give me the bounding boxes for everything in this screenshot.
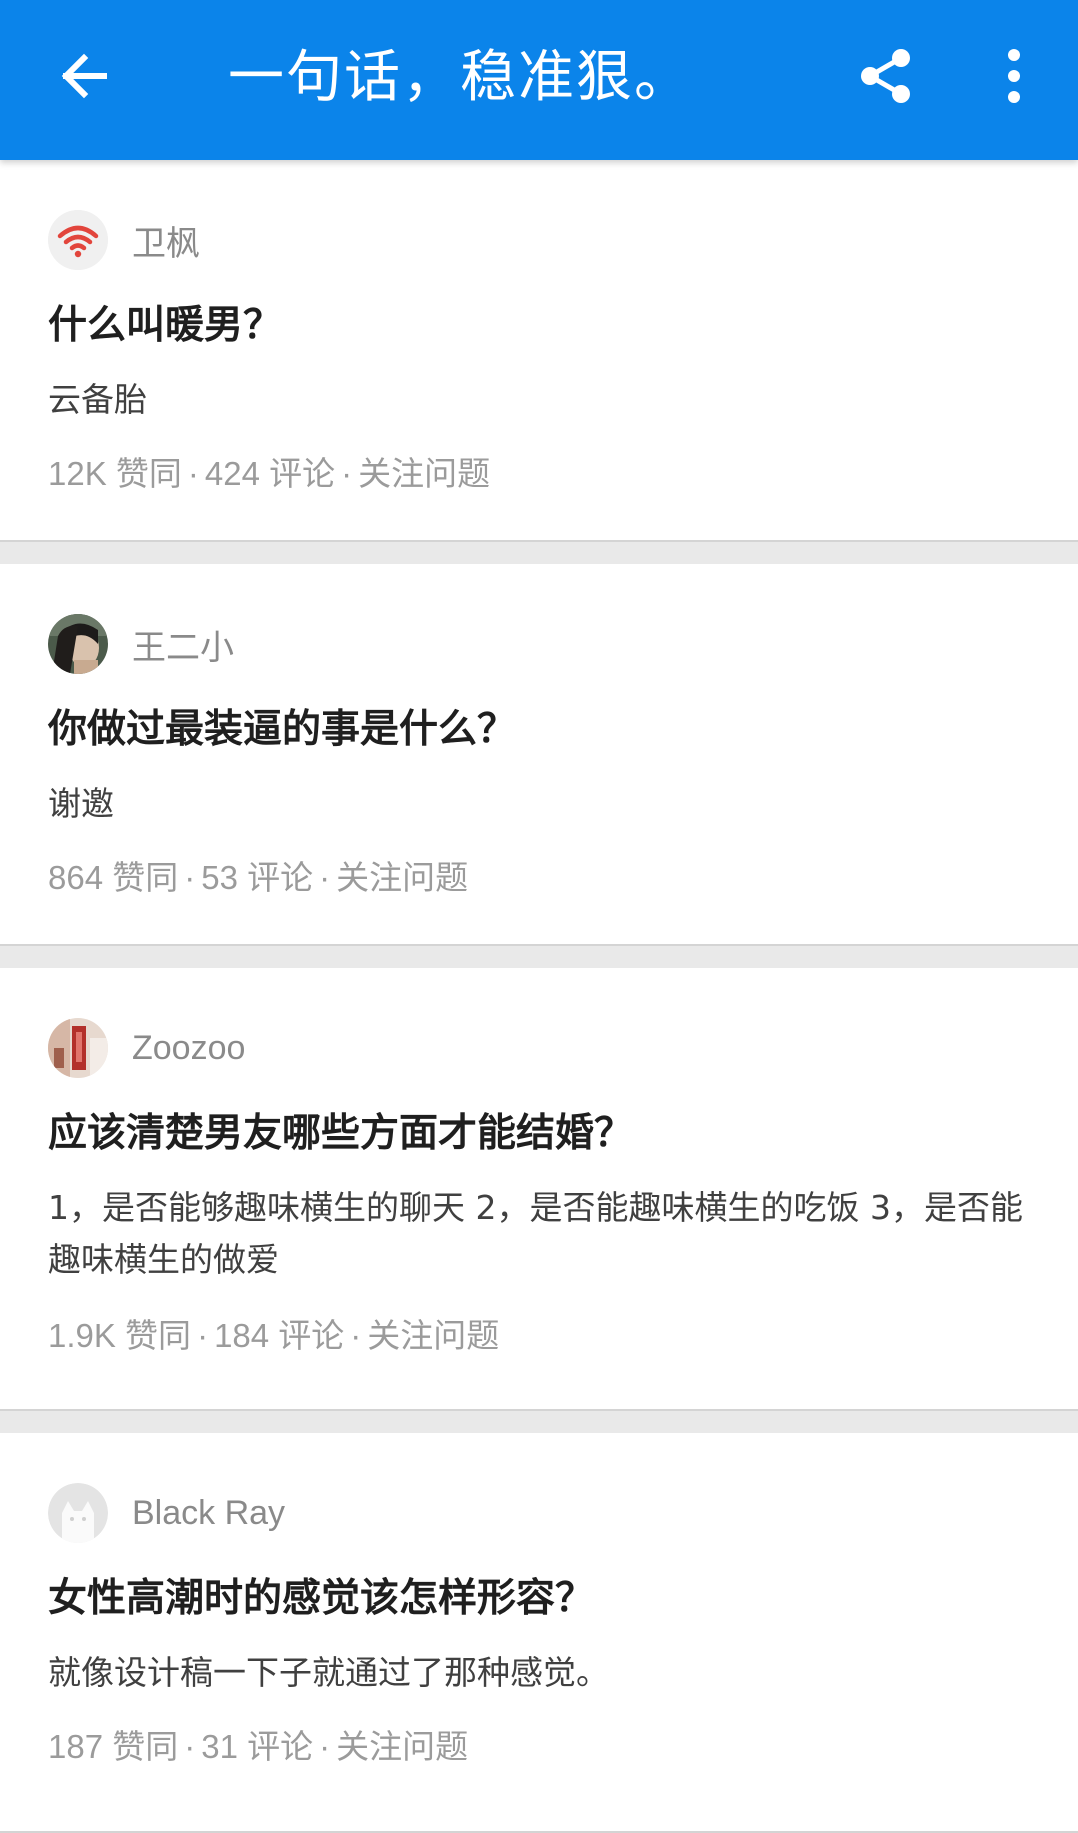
comment-count[interactable]: 31 评论	[201, 1728, 313, 1765]
follow-question-link[interactable]: 关注问题	[358, 455, 490, 492]
back-button[interactable]	[44, 36, 124, 116]
author-row: 卫枫	[48, 210, 200, 270]
question-title[interactable]: 你做过最装逼的事是什么？	[48, 702, 516, 758]
answer-card[interactable]: Black Ray 女性高潮时的感觉该怎样形容？ 就像设计稿一下子就通过了那种感…	[0, 1433, 1078, 1833]
author-name[interactable]: 王二小	[132, 620, 234, 669]
arrow-left-icon	[61, 53, 107, 99]
share-icon	[861, 49, 910, 103]
portrait-photo-icon	[48, 614, 108, 674]
separator: ·	[184, 1728, 196, 1765]
vote-count: 187 赞同	[48, 1728, 179, 1765]
wifi-logo-icon	[48, 210, 108, 270]
answer-excerpt[interactable]: 云备胎	[48, 374, 1038, 426]
avatar[interactable]	[48, 210, 108, 270]
avatar[interactable]	[48, 1483, 108, 1543]
more-vertical-icon	[1008, 49, 1020, 103]
follow-question-link[interactable]: 关注问题	[336, 1728, 468, 1765]
comment-count[interactable]: 53 评论	[201, 859, 313, 896]
author-name[interactable]: Black Ray	[132, 1494, 285, 1533]
answer-card[interactable]: 王二小 你做过最装逼的事是什么？ 谢邀 864 赞同 · 53 评论 · 关注问题	[0, 564, 1078, 946]
share-button[interactable]	[846, 36, 926, 116]
more-options-button[interactable]	[974, 36, 1054, 116]
answer-excerpt[interactable]: 谢邀	[48, 778, 1038, 830]
avatar[interactable]	[48, 614, 108, 674]
separator: ·	[187, 455, 199, 492]
separator: ·	[319, 1728, 331, 1765]
separator: ·	[319, 859, 331, 896]
vote-count: 864 赞同	[48, 859, 179, 896]
answer-meta: 187 赞同 · 31 评论 · 关注问题	[48, 1723, 468, 1771]
question-title[interactable]: 应该清楚男友哪些方面才能结婚？	[48, 1106, 633, 1162]
question-title[interactable]: 什么叫暖男？	[48, 298, 282, 354]
answer-meta: 864 赞同 · 53 评论 · 关注问题	[48, 854, 468, 902]
answer-card[interactable]: Zoozoo 应该清楚男友哪些方面才能结婚？ 1，是否能够趣味横生的聊天 2，是…	[0, 968, 1078, 1411]
answer-excerpt[interactable]: 就像设计稿一下子就通过了那种感觉。	[48, 1647, 1038, 1699]
question-title[interactable]: 女性高潮时的感觉该怎样形容？	[48, 1571, 594, 1627]
author-name[interactable]: Zoozoo	[132, 1029, 245, 1068]
room-photo-icon	[48, 1018, 108, 1078]
comment-count[interactable]: 184 评论	[214, 1317, 344, 1354]
separator: ·	[350, 1317, 362, 1354]
separator: ·	[197, 1317, 209, 1354]
answer-meta: 12K 赞同 · 424 评论 · 关注问题	[48, 450, 490, 498]
answer-card[interactable]: 卫枫 什么叫暖男？ 云备胎 12K 赞同 · 424 评论 · 关注问题	[0, 160, 1078, 542]
default-cat-avatar-icon	[48, 1483, 108, 1543]
separator: ·	[341, 455, 353, 492]
avatar[interactable]	[48, 1018, 108, 1078]
author-row: Zoozoo	[48, 1018, 245, 1078]
author-name[interactable]: 卫枫	[132, 216, 200, 265]
page-title: 一句话，稳准狠。	[228, 45, 692, 110]
follow-question-link[interactable]: 关注问题	[336, 859, 468, 896]
vote-count: 1.9K 赞同	[48, 1317, 192, 1354]
answer-excerpt[interactable]: 1，是否能够趣味横生的聊天 2，是否能趣味横生的吃饭 3，是否能趣味横生的做爱	[48, 1182, 1038, 1286]
answer-meta: 1.9K 赞同 · 184 评论 · 关注问题	[48, 1312, 499, 1360]
comment-count[interactable]: 424 评论	[205, 455, 335, 492]
app-bar: 一句话，稳准狠。	[0, 0, 1078, 160]
separator: ·	[184, 859, 196, 896]
follow-question-link[interactable]: 关注问题	[367, 1317, 499, 1354]
author-row: 王二小	[48, 614, 234, 674]
vote-count: 12K 赞同	[48, 455, 182, 492]
author-row: Black Ray	[48, 1483, 285, 1543]
answer-feed: 卫枫 什么叫暖男？ 云备胎 12K 赞同 · 424 评论 · 关注问题 王二小 你做过…	[0, 160, 1078, 1833]
